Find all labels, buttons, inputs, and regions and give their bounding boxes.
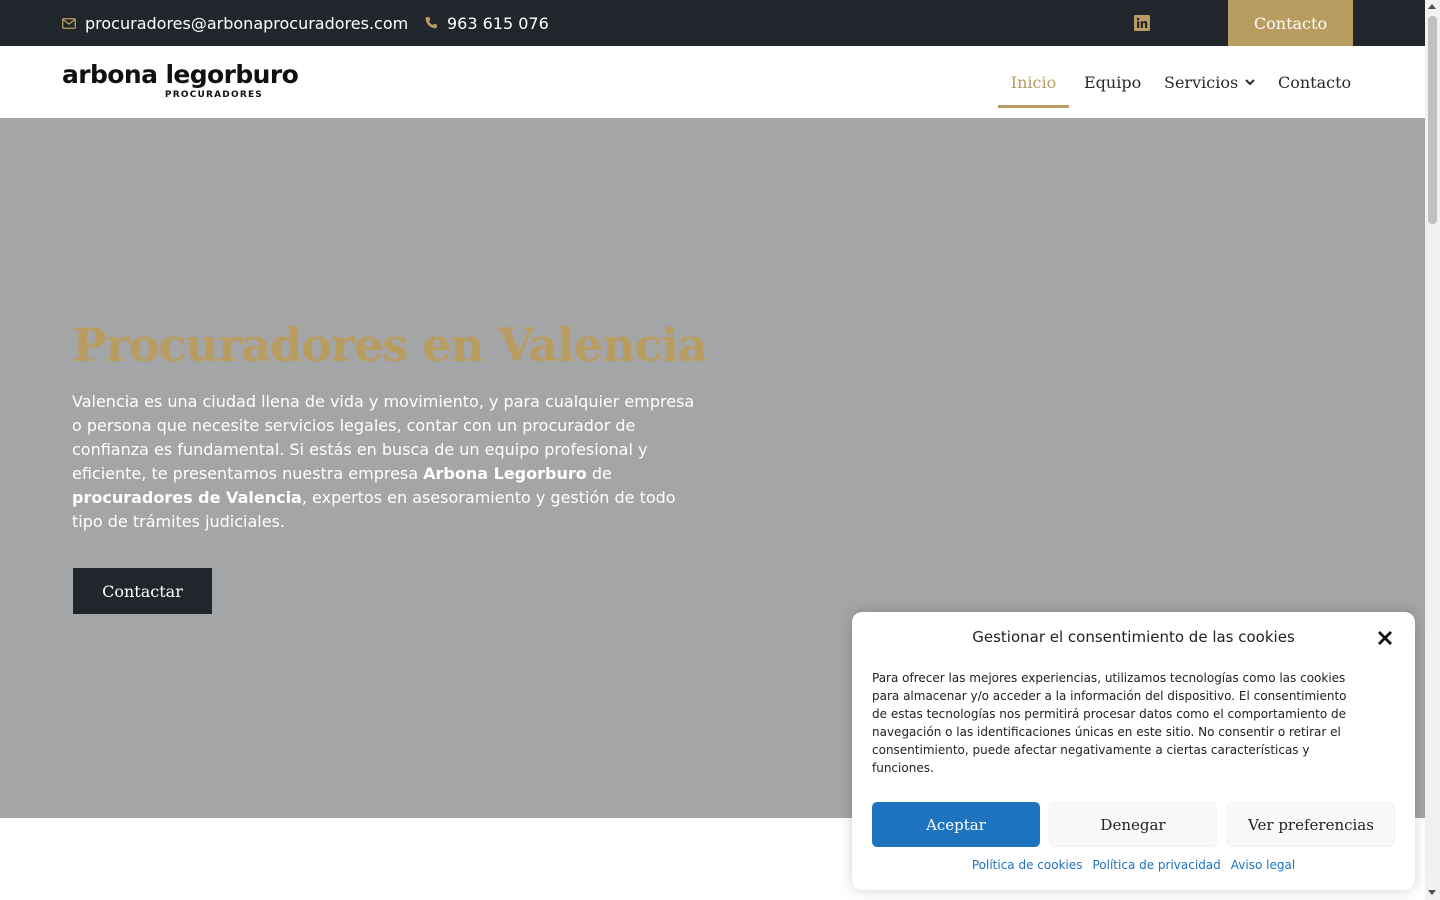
cookie-dialog-body: Para ofrecer las mejores experiencias, u… xyxy=(872,671,1347,775)
email-text: procuradores@arbonaprocuradores.com xyxy=(85,13,409,33)
cookie-dialog-title: Gestionar el consentimiento de las cooki… xyxy=(972,628,1295,646)
cookie-policy-links: Política de cookies Política de privacid… xyxy=(852,858,1415,872)
cookie-policy-link[interactable]: Política de cookies xyxy=(972,858,1083,872)
legal-notice-link[interactable]: Aviso legal xyxy=(1231,858,1295,872)
logo-sub-text: PROCURADORES xyxy=(164,90,263,100)
deny-cookies-button[interactable]: Denegar xyxy=(1049,802,1217,847)
nav-item-servicios[interactable]: Servicios xyxy=(1164,46,1255,118)
envelope-icon xyxy=(62,17,76,29)
scroll-down-arrow-icon[interactable] xyxy=(1428,890,1436,895)
phone-link[interactable]: 963 615 076 xyxy=(424,0,549,46)
topbar-contact-button[interactable]: Contacto xyxy=(1228,0,1353,46)
logo[interactable]: arbona legorburo PROCURADORES xyxy=(62,60,299,106)
privacy-policy-link[interactable]: Política de privacidad xyxy=(1092,858,1220,872)
nav-item-contacto[interactable]: Contacto xyxy=(1278,46,1351,118)
phone-icon xyxy=(425,16,438,29)
cookie-consent-dialog: Gestionar el consentimiento de las cooki… xyxy=(852,612,1415,890)
close-icon[interactable] xyxy=(1377,630,1393,646)
site-header: arbona legorburo PROCURADORES Inicio Equ… xyxy=(0,46,1425,118)
logo-main-text: arbona legorburo xyxy=(62,60,299,89)
chevron-down-icon xyxy=(1245,78,1255,85)
page-scrollbar[interactable] xyxy=(1425,0,1440,900)
hero-bold-service: procuradores de Valencia xyxy=(72,488,302,507)
accept-cookies-button[interactable]: Aceptar xyxy=(872,802,1040,847)
hero-title: Procuradores en Valencia xyxy=(72,318,708,372)
scrollbar-thumb[interactable] xyxy=(1428,16,1437,224)
linkedin-icon[interactable] xyxy=(1134,15,1150,31)
email-link[interactable]: procuradores@arbonaprocuradores.com xyxy=(62,0,408,46)
contactar-button[interactable]: Contactar xyxy=(73,568,212,614)
hero-bold-company: Arbona Legorburo xyxy=(423,464,587,483)
nav-item-inicio[interactable]: Inicio xyxy=(998,46,1069,118)
top-bar: procuradores@arbonaprocuradores.com 963 … xyxy=(0,0,1425,46)
hero-description: Valencia es una ciudad llena de vida y m… xyxy=(72,392,695,531)
nav-item-servicios-label: Servicios xyxy=(1164,72,1239,92)
view-preferences-button[interactable]: Ver preferencias xyxy=(1227,802,1395,847)
phone-text: 963 615 076 xyxy=(447,13,549,33)
nav-item-equipo[interactable]: Equipo xyxy=(1084,46,1141,118)
scroll-up-arrow-icon[interactable] xyxy=(1428,4,1436,9)
